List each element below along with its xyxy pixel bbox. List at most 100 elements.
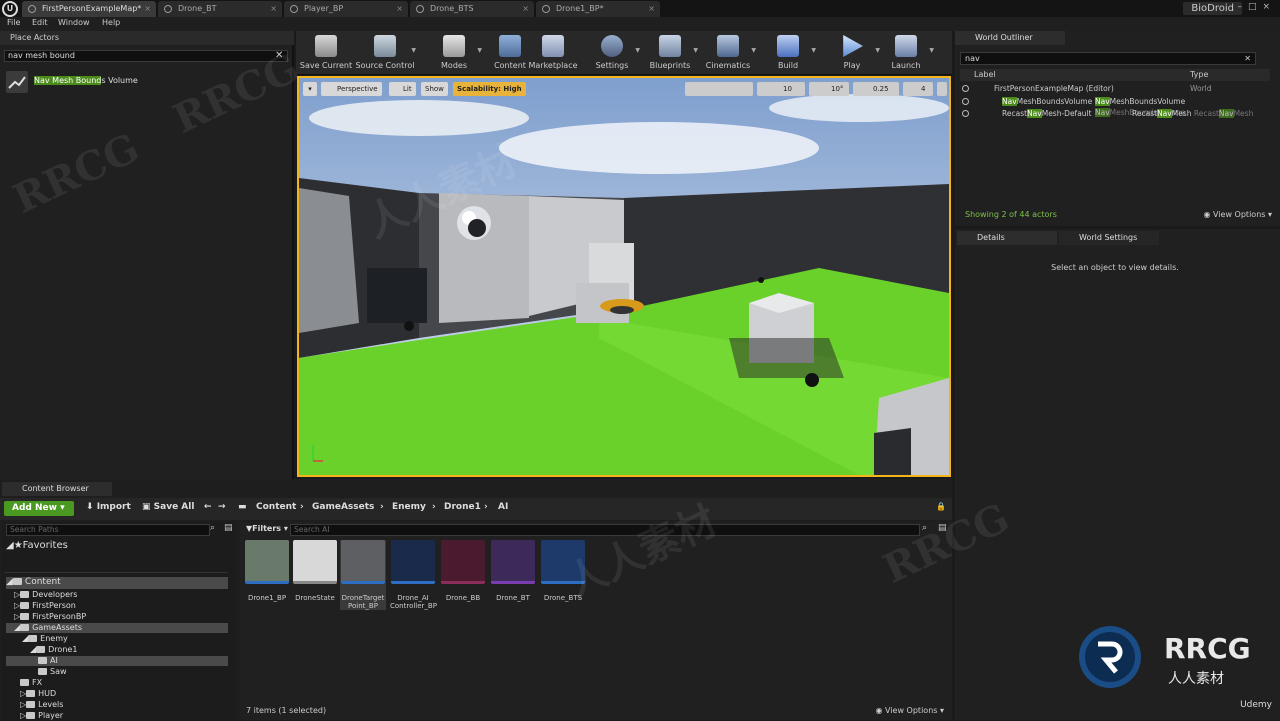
toggle-collections-icon[interactable]: ▤ [938,523,947,533]
rotation-snap[interactable]: 10° [809,82,849,96]
marketplace-button[interactable]: Marketplace [528,33,578,73]
asset-tile[interactable]: Drone_AI Controller_BP [390,540,437,610]
tree-item-levels[interactable]: ▷ Levels [6,700,228,710]
dropdown-icon[interactable]: ▼ [411,47,416,54]
camera-speed[interactable]: 4 [903,82,933,96]
menu-edit[interactable]: Edit [32,18,48,27]
window-controls[interactable]: –□× [1237,2,1276,12]
close-icon[interactable]: × [396,1,403,17]
dropdown-icon[interactable]: ▼ [693,47,698,54]
toggle-sources-icon[interactable]: ▤ [224,523,233,533]
breadcrumb-drone1[interactable]: Drone1 [444,502,481,512]
eye-icon[interactable] [962,85,969,92]
search-ai-input[interactable]: Search AI [290,524,920,536]
outliner-search-input[interactable]: nav ✕ [960,52,1256,65]
dropdown-icon[interactable]: ▼ [929,47,934,54]
tree-item-fx[interactable]: FX [6,678,228,688]
tree-item-enemy[interactable]: ◢ Enemy [6,634,228,644]
dropdown-icon[interactable]: ▼ [811,47,816,54]
close-icon[interactable]: × [270,1,277,17]
world-outliner-tab[interactable]: World Outliner [955,31,1065,45]
modes-button[interactable]: Modes ▼ [426,33,482,73]
play-button[interactable]: Play ▼ [824,33,880,73]
place-actor-result-item[interactable]: Nav Mesh Bounds Volume [6,69,288,93]
filters-button[interactable]: ▼Filters ▾ [246,524,288,533]
blueprints-button[interactable]: Blueprints ▼ [642,33,698,73]
asset-tile[interactable]: Drone_BB [440,540,486,602]
clear-search-icon[interactable]: ✕ [1244,53,1251,64]
transform-tools[interactable] [685,82,753,96]
outliner-row-recastnavmesh[interactable]: RecastNavMesh-Default RecastNavMesh Reca… [960,108,1276,119]
dropdown-icon[interactable]: ▼ [751,47,756,54]
breadcrumb-gameassets[interactable]: GameAssets [312,502,374,512]
grid-snap[interactable]: 10 [757,82,805,96]
launch-button[interactable]: Launch ▼ [878,33,934,73]
tab-player-bp[interactable]: Player_BP × [284,1,408,17]
asset-tile[interactable]: Drone_BTS [540,540,586,602]
show-button[interactable]: Show [421,82,448,96]
lit-button[interactable]: Lit [389,82,416,96]
close-icon[interactable]: × [648,1,655,17]
col-label[interactable]: Label [974,69,996,81]
col-type[interactable]: Type [1190,69,1208,81]
scale-snap[interactable]: 0.25 [853,82,899,96]
tab-drone-bts[interactable]: Drone_BTS × [410,1,534,17]
menu-window[interactable]: Window [58,18,90,27]
asset-tile[interactable]: Drone_BT [490,540,536,602]
content-browser-tab[interactable]: Content Browser [2,482,112,496]
breadcrumb-enemy[interactable]: Enemy [392,502,426,512]
asset-tile-selected[interactable]: DroneTarget Point_BP [340,540,386,610]
import-button[interactable]: ⬇ Import [86,502,131,512]
tab-details[interactable]: Details [957,231,1057,245]
tree-item-gameassets[interactable]: ◢ GameAssets [6,623,228,633]
place-actors-search-input[interactable]: nav mesh bound [4,50,288,62]
add-new-button[interactable]: Add New ▾ [4,501,74,516]
tab-world-settings[interactable]: World Settings [1059,231,1159,245]
cinematics-button[interactable]: Cinematics ▼ [700,33,756,73]
eye-icon[interactable] [962,110,969,117]
asset-tile[interactable]: DroneState [292,540,338,602]
tab-firstpersonexamplemap[interactable]: FirstPersonExampleMap* × [22,1,156,17]
breadcrumb-content[interactable]: Content [256,502,296,512]
perspective-button[interactable]: Perspective [321,82,382,96]
tree-item-ai[interactable]: AI [6,656,228,666]
outliner-row-world[interactable]: FirstPersonExampleMap (Editor) World [960,83,1276,94]
asset-tile[interactable]: Drone1_BP [244,540,290,602]
scalability-warning[interactable]: Scalability: High [453,82,526,96]
level-viewport[interactable]: ▾ Perspective Lit Show Scalability: High… [297,76,951,477]
viewport-menu-button[interactable]: ▾ [303,82,317,96]
place-actors-header[interactable]: Place Actors [0,31,294,45]
tab-drone-bt[interactable]: Drone_BT × [158,1,282,17]
menu-file[interactable]: File [7,18,20,27]
source-control-button[interactable]: Source Control ▼ [354,33,416,73]
forward-arrow-icon[interactable]: → [218,502,226,512]
outliner-view-options[interactable]: ◉ View Options ▾ [1204,210,1273,219]
tree-item-developers[interactable]: ▷ Developers [6,590,228,600]
clear-search-icon[interactable]: ✕ [275,50,283,61]
favorites-section[interactable]: ◢★Favorites [6,540,68,551]
close-icon[interactable]: × [144,1,151,17]
tree-item-drone1[interactable]: ◢ Drone1 [6,645,228,655]
tree-item-content[interactable]: ◢ Content [6,577,228,589]
tree-item-firstperson[interactable]: ▷ FirstPerson [6,601,228,611]
outliner-row-navmeshboundsvolume[interactable]: NavMeshBoundsVolume NavMeshBoundsVolume … [960,96,1276,117]
tree-item-saw[interactable]: Saw [6,667,228,677]
search-paths-input[interactable]: Search Paths [6,524,210,536]
maximize-viewport-icon[interactable] [937,82,947,96]
eye-icon[interactable] [962,98,969,105]
build-button[interactable]: Build ▼ [760,33,816,73]
lock-icon[interactable]: 🔒 [936,502,946,511]
asset-view-options[interactable]: ◉ View Options ▾ [876,706,945,715]
back-arrow-icon[interactable]: ← [204,502,212,512]
tree-item-hud[interactable]: ▷ HUD [6,689,228,699]
save-all-button[interactable]: ▣ Save All [142,502,194,512]
save-current-button[interactable]: Save Current [298,33,354,73]
dropdown-icon[interactable]: ▼ [635,47,640,54]
settings-button[interactable]: Settings ▼ [584,33,640,73]
breadcrumb-ai[interactable]: AI [498,502,508,512]
tab-drone1-bp[interactable]: Drone1_BP* × [536,1,660,17]
tree-item-firstpersonbp[interactable]: ▷ FirstPersonBP [6,612,228,622]
logo-text: RRCG [1164,632,1251,665]
close-icon[interactable]: × [522,1,529,17]
menu-help[interactable]: Help [102,18,120,27]
